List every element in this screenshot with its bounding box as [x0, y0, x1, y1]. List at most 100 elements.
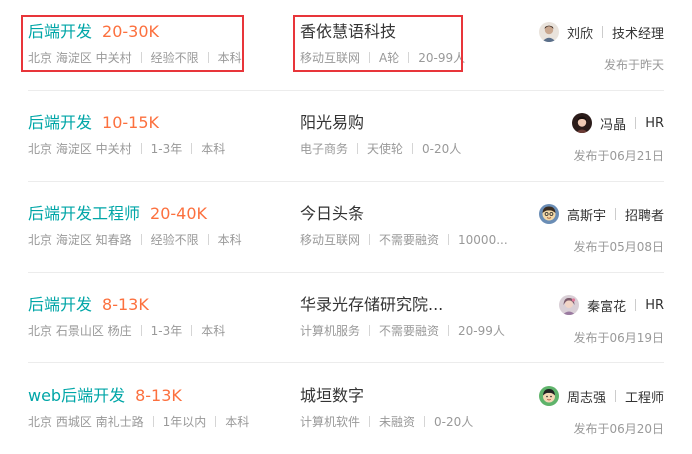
company-industry: 电子商务 [300, 142, 349, 156]
meta-divider [191, 143, 193, 154]
company-industry: 计算机软件 [300, 415, 361, 429]
recruiter-info[interactable]: 秦富花 HR [559, 295, 664, 315]
company-funding: 不需要融资 [379, 324, 440, 338]
job-name[interactable]: 后端开发 [28, 295, 92, 314]
avatar-zhou-zhiqiang-icon [538, 386, 559, 406]
job-location: 北京 西城区 南礼士路 [28, 415, 144, 429]
job-education: 本科 [217, 233, 242, 247]
job-card[interactable]: 后端开发 10-15K 北京 海淀区 中关村 1-3年 本科 阳光易购 电子商务 天使轮… [0, 91, 692, 181]
meta-divider [369, 416, 371, 427]
job-list: 后端开发 20-30K 北京 海淀区 中关村 经验不限 本科 香依慧语科技 移动互联网… [0, 0, 692, 451]
company-size: 10000... [458, 233, 508, 247]
job-requirements: 北京 石景山区 杨庄 1-3年 本科 [28, 323, 225, 339]
job-name[interactable]: 后端开发 [28, 113, 92, 132]
recruiter-title: 技术经理 [611, 26, 664, 42]
recruiter-title: 工程师 [624, 390, 664, 406]
job-card[interactable]: 后端开发工程师 20-40K 北京 海淀区 知春路 经验不限 本科 今日头条 移动互联… [0, 182, 692, 272]
company-name[interactable]: 阳光易购 [300, 113, 364, 133]
meta-divider [140, 325, 142, 336]
job-requirements: 北京 海淀区 中关村 1-3年 本科 [28, 141, 225, 157]
company-funding: 天使轮 [367, 142, 404, 156]
job-name[interactable]: 后端开发工程师 [28, 204, 140, 223]
company-name[interactable]: 今日头条 [300, 204, 364, 224]
company-funding: 未融资 [379, 415, 416, 429]
highlight-box-company [293, 15, 463, 72]
recruiter-name: 周志强 [566, 390, 606, 406]
job-experience: 1-3年 [150, 142, 183, 156]
job-salary: 20-40K [150, 204, 207, 223]
recruiter-divider [614, 208, 616, 220]
recruiter-name: 高斯宇 [566, 208, 606, 224]
company-size: 0-20人 [422, 142, 462, 156]
meta-divider [357, 143, 359, 154]
recruiter-title: 招聘者 [624, 208, 664, 224]
company-info: 移动互联网 不需要融资 10000... [300, 232, 508, 248]
company-funding: 不需要融资 [379, 233, 440, 247]
recruiter-info[interactable]: 刘欣 技术经理 [538, 22, 664, 42]
job-salary: 8-13K [135, 386, 182, 405]
recruiter-divider [635, 299, 637, 311]
job-experience: 1年以内 [162, 415, 207, 429]
recruiter-title: HR [645, 115, 664, 131]
job-title-link[interactable]: web后端开发 8-13K [28, 386, 182, 406]
job-title-link[interactable]: 后端开发 8-13K [28, 295, 149, 315]
highlight-box-job [21, 15, 244, 72]
job-requirements: 北京 西城区 南礼士路 1年以内 本科 [28, 414, 249, 430]
job-card[interactable]: web后端开发 8-13K 北京 西城区 南礼士路 1年以内 本科 城垣数字 计算机软… [0, 364, 692, 454]
job-location: 北京 石景山区 杨庄 [28, 324, 132, 338]
company-name[interactable]: 城垣数字 [300, 386, 364, 406]
job-card[interactable]: 后端开发 8-13K 北京 石景山区 杨庄 1-3年 本科 华录光存储研究院... 计… [0, 273, 692, 363]
recruiter-name: 冯晶 [600, 117, 627, 133]
meta-divider [424, 416, 426, 427]
meta-divider [448, 234, 450, 245]
meta-divider [191, 325, 193, 336]
avatar-liu-xin-icon [538, 22, 559, 42]
recruiter-divider [601, 26, 603, 38]
company-industry: 计算机服务 [300, 324, 361, 338]
job-education: 本科 [201, 324, 226, 338]
publish-time: 发布于06月20日 [573, 422, 664, 436]
job-experience: 1-3年 [150, 324, 183, 338]
job-education: 本科 [225, 415, 250, 429]
company-industry: 移动互联网 [300, 233, 361, 247]
meta-divider [369, 234, 371, 245]
avatar-feng-jing-icon [572, 113, 593, 133]
recruiter-divider [635, 117, 637, 129]
job-experience: 经验不限 [150, 233, 199, 247]
company-info: 电子商务 天使轮 0-20人 [300, 141, 461, 157]
recruiter-title: HR [645, 297, 664, 313]
recruiter-info[interactable]: 周志强 工程师 [538, 386, 664, 406]
job-title-link[interactable]: 后端开发工程师 20-40K [28, 204, 207, 224]
job-requirements: 北京 海淀区 知春路 经验不限 本科 [28, 232, 242, 248]
publish-time: 发布于昨天 [603, 58, 664, 72]
meta-divider [412, 143, 414, 154]
meta-divider [369, 325, 371, 336]
company-info: 计算机软件 未融资 0-20人 [300, 414, 473, 430]
job-title-link[interactable]: 后端开发 10-15K [28, 113, 159, 133]
recruiter-divider [614, 390, 616, 402]
recruiter-name: 刘欣 [566, 26, 593, 42]
job-location: 北京 海淀区 知春路 [28, 233, 132, 247]
job-education: 本科 [201, 142, 226, 156]
company-size: 0-20人 [434, 415, 474, 429]
job-salary: 10-15K [102, 113, 159, 132]
meta-divider [140, 143, 142, 154]
publish-time: 发布于05月08日 [573, 240, 664, 254]
meta-divider [140, 234, 142, 245]
job-name[interactable]: web后端开发 [28, 386, 125, 405]
meta-divider [207, 234, 209, 245]
job-location: 北京 海淀区 中关村 [28, 142, 132, 156]
publish-time: 发布于06月21日 [573, 149, 664, 163]
job-salary: 8-13K [102, 295, 149, 314]
company-name[interactable]: 华录光存储研究院... [300, 295, 443, 315]
company-size: 20-99人 [458, 324, 505, 338]
recruiter-info[interactable]: 高斯宇 招聘者 [538, 204, 664, 224]
recruiter-name: 秦富花 [587, 299, 627, 315]
avatar-gao-siyu-icon [538, 204, 559, 224]
company-info: 计算机服务 不需要融资 20-99人 [300, 323, 505, 339]
meta-divider [215, 416, 217, 427]
row-divider [28, 362, 664, 363]
recruiter-info[interactable]: 冯晶 HR [572, 113, 664, 133]
avatar-qin-fuhua-icon [559, 295, 580, 315]
meta-divider [152, 416, 154, 427]
